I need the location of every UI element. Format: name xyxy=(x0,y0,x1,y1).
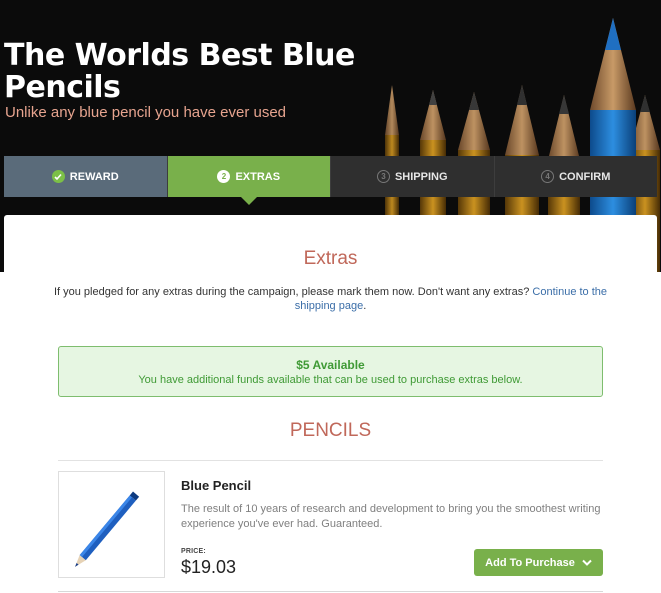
step-label: EXTRAS xyxy=(235,170,281,183)
blue-pencil-image xyxy=(75,491,140,567)
divider xyxy=(58,591,603,592)
intro-end: . xyxy=(363,300,367,312)
step-extras[interactable]: 2 EXTRAS xyxy=(167,156,331,205)
extras-intro: If you pledged for any extras during the… xyxy=(44,285,617,313)
step-number-icon: 4 xyxy=(541,170,555,183)
step-number-icon: 3 xyxy=(376,170,390,183)
extras-card: Extras If you pledged for any extras dur… xyxy=(4,215,657,593)
step-label: REWARD xyxy=(69,170,119,183)
checkout-steps: REWARD 2 EXTRAS 3 SHIPPING 4 CONFIRM xyxy=(4,156,657,205)
chevron-down-icon xyxy=(582,559,592,566)
step-reward[interactable]: REWARD xyxy=(4,156,168,197)
step-number-icon: 2 xyxy=(217,170,231,183)
alert-body: You have additional funds available that… xyxy=(138,374,523,386)
category-title: PENCILS xyxy=(289,420,372,441)
add-button-label: Add To Purchase xyxy=(485,556,575,569)
check-icon xyxy=(51,170,65,183)
step-confirm[interactable]: 4 CONFIRM xyxy=(494,156,657,197)
product-price: $19.03 xyxy=(181,557,237,577)
divider xyxy=(58,460,603,461)
step-shipping[interactable]: 3 SHIPPING xyxy=(331,156,495,197)
product-description: The result of 10 years of research and d… xyxy=(181,503,601,530)
section-title: Extras xyxy=(303,248,358,269)
funds-available-alert: $5 Available You have additional funds a… xyxy=(58,346,603,397)
step-label: CONFIRM xyxy=(559,170,611,183)
campaign-subtitle: Unlike any blue pencil you have ever use… xyxy=(5,104,287,121)
step-label: SHIPPING xyxy=(394,170,448,183)
campaign-title: The Worlds Best Blue Pencils xyxy=(4,38,355,105)
product-image xyxy=(58,471,165,578)
product-name: Blue Pencil xyxy=(181,478,252,493)
intro-text: If you pledged for any extras during the… xyxy=(53,286,530,298)
alert-title: $5 Available xyxy=(296,358,365,372)
price-label: PRICE: xyxy=(181,548,206,555)
add-to-purchase-button[interactable]: Add To Purchase xyxy=(474,549,603,576)
